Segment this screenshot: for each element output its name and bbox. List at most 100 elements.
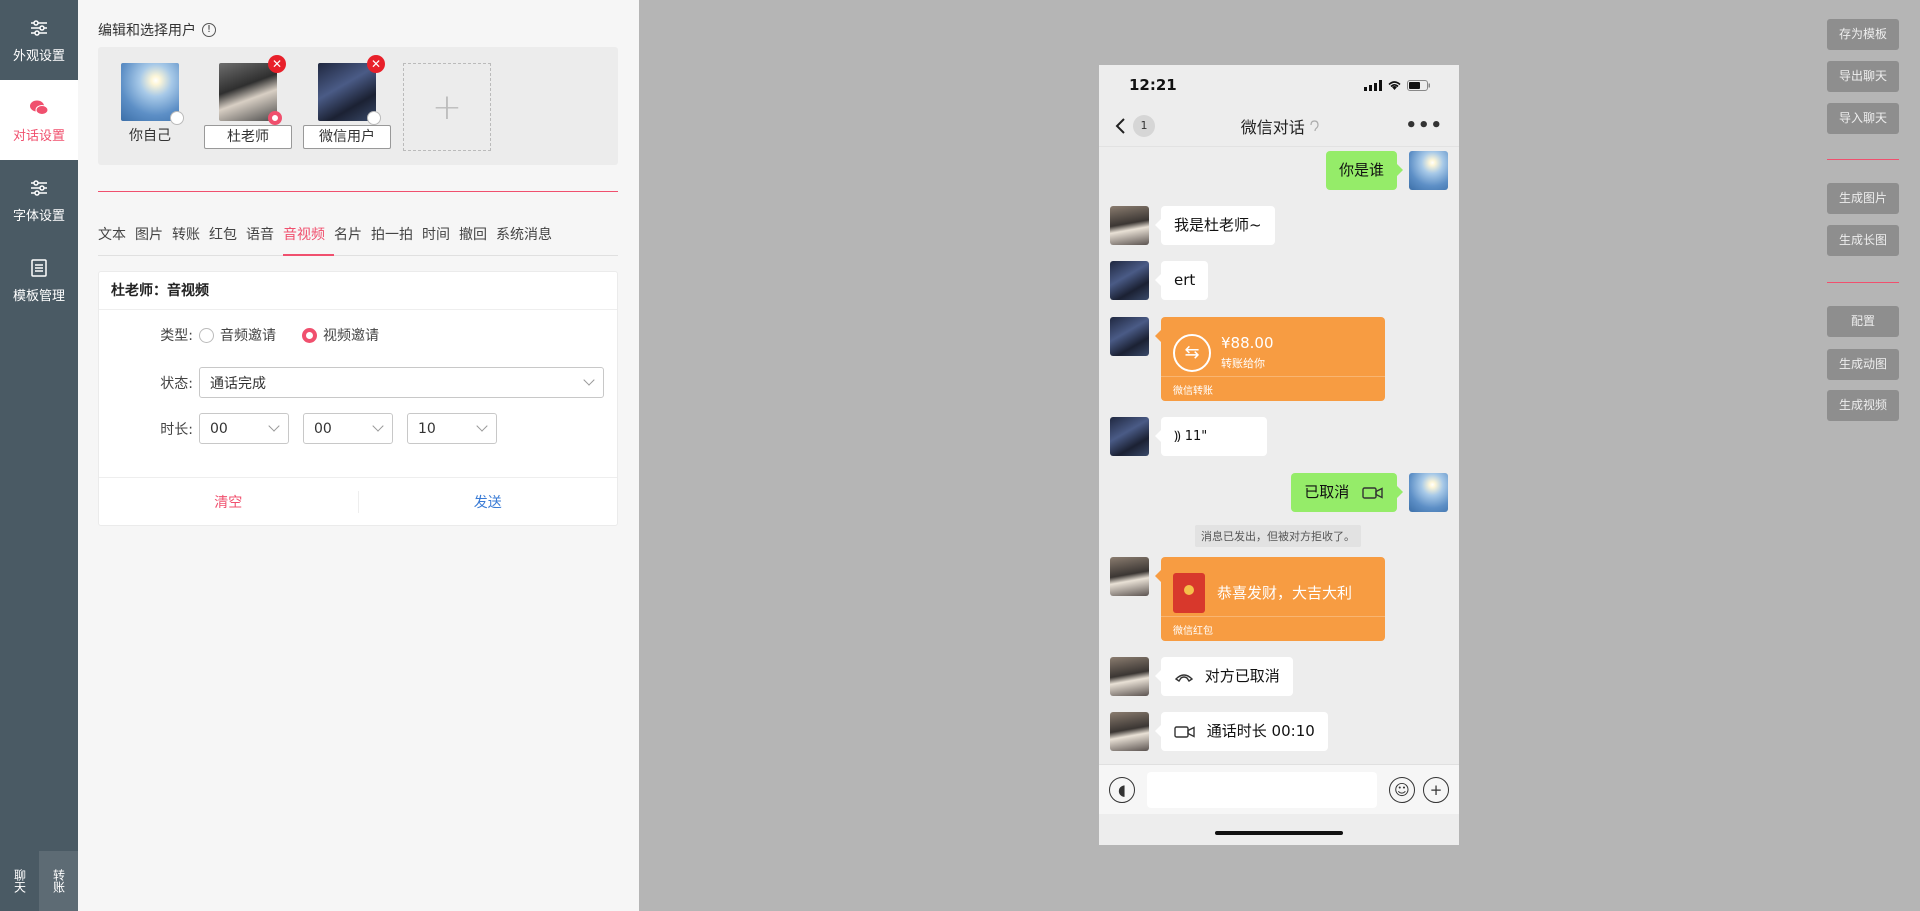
send-button[interactable]: 发送 — [359, 492, 618, 512]
tab-card[interactable]: 名片 — [334, 226, 371, 256]
transfer-foot: 微信转账 — [1173, 386, 1213, 397]
redpacket-foot: 微信红包 — [1173, 626, 1213, 637]
radio-video[interactable]: 视频邀请 — [302, 325, 379, 345]
video-camera-icon — [1362, 486, 1383, 499]
generate-long-image-button[interactable]: 生成长图 — [1827, 225, 1899, 256]
message-input[interactable] — [1147, 771, 1377, 808]
message-left: ⇆ ¥88.00 转账给你 微信转账 — [1110, 317, 1397, 401]
type-row: 类型: 音频邀请 视频邀请 — [99, 325, 399, 345]
user-name: 你自己 — [129, 128, 171, 144]
sliders-icon — [31, 179, 47, 196]
config-button[interactable]: 配置 — [1827, 306, 1899, 337]
clear-button[interactable]: 清空 — [99, 492, 358, 512]
message-left: ert — [1110, 261, 1220, 300]
nav-templates[interactable]: 模板管理 — [0, 240, 78, 320]
delete-icon[interactable]: ✕ — [268, 55, 286, 73]
hours-select[interactable]: 00 — [199, 413, 289, 444]
divider — [1827, 159, 1899, 160]
back-group[interactable]: 1 — [1115, 114, 1155, 137]
select-radio[interactable] — [367, 111, 381, 125]
voice-input-icon[interactable]: ◖ — [1109, 776, 1135, 803]
select-radio[interactable] — [170, 111, 184, 125]
more-icon[interactable]: ••• — [1405, 115, 1443, 136]
message-right: 你是谁 — [1314, 151, 1448, 190]
save-template-button[interactable]: 存为模板 — [1827, 19, 1899, 50]
radio-circle[interactable] — [199, 327, 214, 343]
avatar — [1110, 657, 1149, 696]
info-icon[interactable]: ! — [202, 23, 216, 37]
tab-image[interactable]: 图片 — [135, 226, 172, 256]
call-bubble: 通话时长 00:10 — [1155, 712, 1328, 751]
tab-voice[interactable]: 语音 — [246, 226, 283, 256]
redpacket-icon — [1173, 572, 1205, 613]
phone-preview: 12:21 1 微信对话 ••• 你是谁 我是杜老师~ ert ⇆ ¥88.00… — [1099, 65, 1459, 845]
nav-transfer-button[interactable]: 转账 — [39, 851, 78, 911]
avatar — [1110, 417, 1149, 456]
nav-chat-button[interactable]: 聊天 — [0, 851, 39, 911]
status-bar: 12:21 — [1099, 65, 1459, 105]
add-user-button[interactable]: + — [403, 63, 491, 151]
tab-time[interactable]: 时间 — [422, 226, 459, 256]
select-radio[interactable] — [268, 111, 282, 125]
transfer-icon: ⇆ — [1173, 333, 1211, 372]
seconds-select[interactable]: 10 — [407, 413, 497, 444]
generate-video-button[interactable]: 生成视频 — [1827, 390, 1899, 421]
avatar — [1409, 473, 1448, 512]
signal-icon — [1364, 79, 1382, 91]
duration-label: 时长: — [160, 421, 193, 438]
transfer-note: 转账给你 — [1221, 357, 1265, 370]
tab-redpacket[interactable]: 红包 — [209, 226, 246, 256]
radio-audio[interactable]: 音频邀请 — [199, 325, 276, 345]
export-chat-button[interactable]: 导出聊天 — [1827, 61, 1899, 92]
text-bubble: 我是杜老师~ — [1155, 206, 1275, 245]
user-du[interactable]: ✕ 杜老师 — [204, 55, 292, 149]
user-wechat[interactable]: ✕ 微信用户 — [303, 55, 391, 149]
battery-icon — [1407, 79, 1430, 91]
tab-av[interactable]: 音视频 — [283, 226, 334, 256]
user-name[interactable]: 杜老师 — [204, 125, 292, 149]
nav-font[interactable]: 字体设置 — [0, 160, 78, 240]
status-icons — [1364, 79, 1431, 91]
duration-row: 时长: 00 00 10 — [99, 413, 497, 444]
generate-image-button[interactable]: 生成图片 — [1827, 183, 1899, 214]
call-status: 已取消 — [1304, 483, 1350, 501]
text-bubble: 你是谁 — [1325, 151, 1404, 190]
radio-circle[interactable] — [302, 327, 317, 343]
user-name[interactable]: 微信用户 — [303, 125, 391, 149]
chevron-down-icon — [476, 420, 488, 432]
import-chat-button[interactable]: 导入聊天 — [1827, 103, 1899, 134]
select-value: 00 — [314, 420, 332, 437]
minutes-select[interactable]: 00 — [303, 413, 393, 444]
voice-wave-icon: ⸩ — [1174, 429, 1181, 444]
nav-appearance[interactable]: 外观设置 — [0, 0, 78, 80]
user-list: 你自己 ✕ 杜老师 ✕ 微信用户 + — [98, 47, 618, 165]
status-select[interactable]: 通话完成 — [199, 367, 604, 398]
delete-icon[interactable]: ✕ — [367, 55, 385, 73]
ear-icon — [1310, 119, 1319, 131]
call-status: 通话时长 00:10 — [1206, 722, 1315, 740]
video-camera-icon — [1174, 725, 1195, 738]
plus-icon[interactable]: + — [1423, 776, 1449, 803]
sliders-icon — [31, 19, 47, 36]
call-status: 对方已取消 — [1204, 667, 1280, 685]
avatar — [1110, 261, 1149, 300]
voice-length: 11" — [1184, 429, 1208, 444]
tab-transfer[interactable]: 转账 — [172, 226, 209, 256]
user-self[interactable]: 你自己 — [106, 63, 194, 149]
avatar — [121, 63, 184, 125]
divider — [98, 191, 618, 192]
emoji-icon[interactable]: ☺ — [1389, 776, 1415, 803]
avatar — [1110, 557, 1149, 596]
back-icon[interactable] — [1115, 117, 1127, 135]
nav-dialogue[interactable]: 对话设置 — [0, 80, 78, 160]
redpacket-text: 恭喜发财，大吉大利 — [1217, 584, 1353, 602]
generate-animation-button[interactable]: 生成动图 — [1827, 349, 1899, 380]
tab-recall[interactable]: 撤回 — [459, 226, 496, 256]
divider — [1827, 282, 1899, 283]
tab-pat[interactable]: 拍一拍 — [371, 226, 422, 256]
editor-panel: 编辑和选择用户 ! 你自己 ✕ 杜老师 ✕ 微信用户 + 文本 图片 转账 红包… — [78, 0, 639, 911]
message-left: 我是杜老师~ — [1110, 206, 1287, 245]
type-label: 类型: — [160, 328, 193, 344]
tab-system[interactable]: 系统消息 — [496, 226, 561, 256]
tab-text[interactable]: 文本 — [98, 226, 135, 256]
